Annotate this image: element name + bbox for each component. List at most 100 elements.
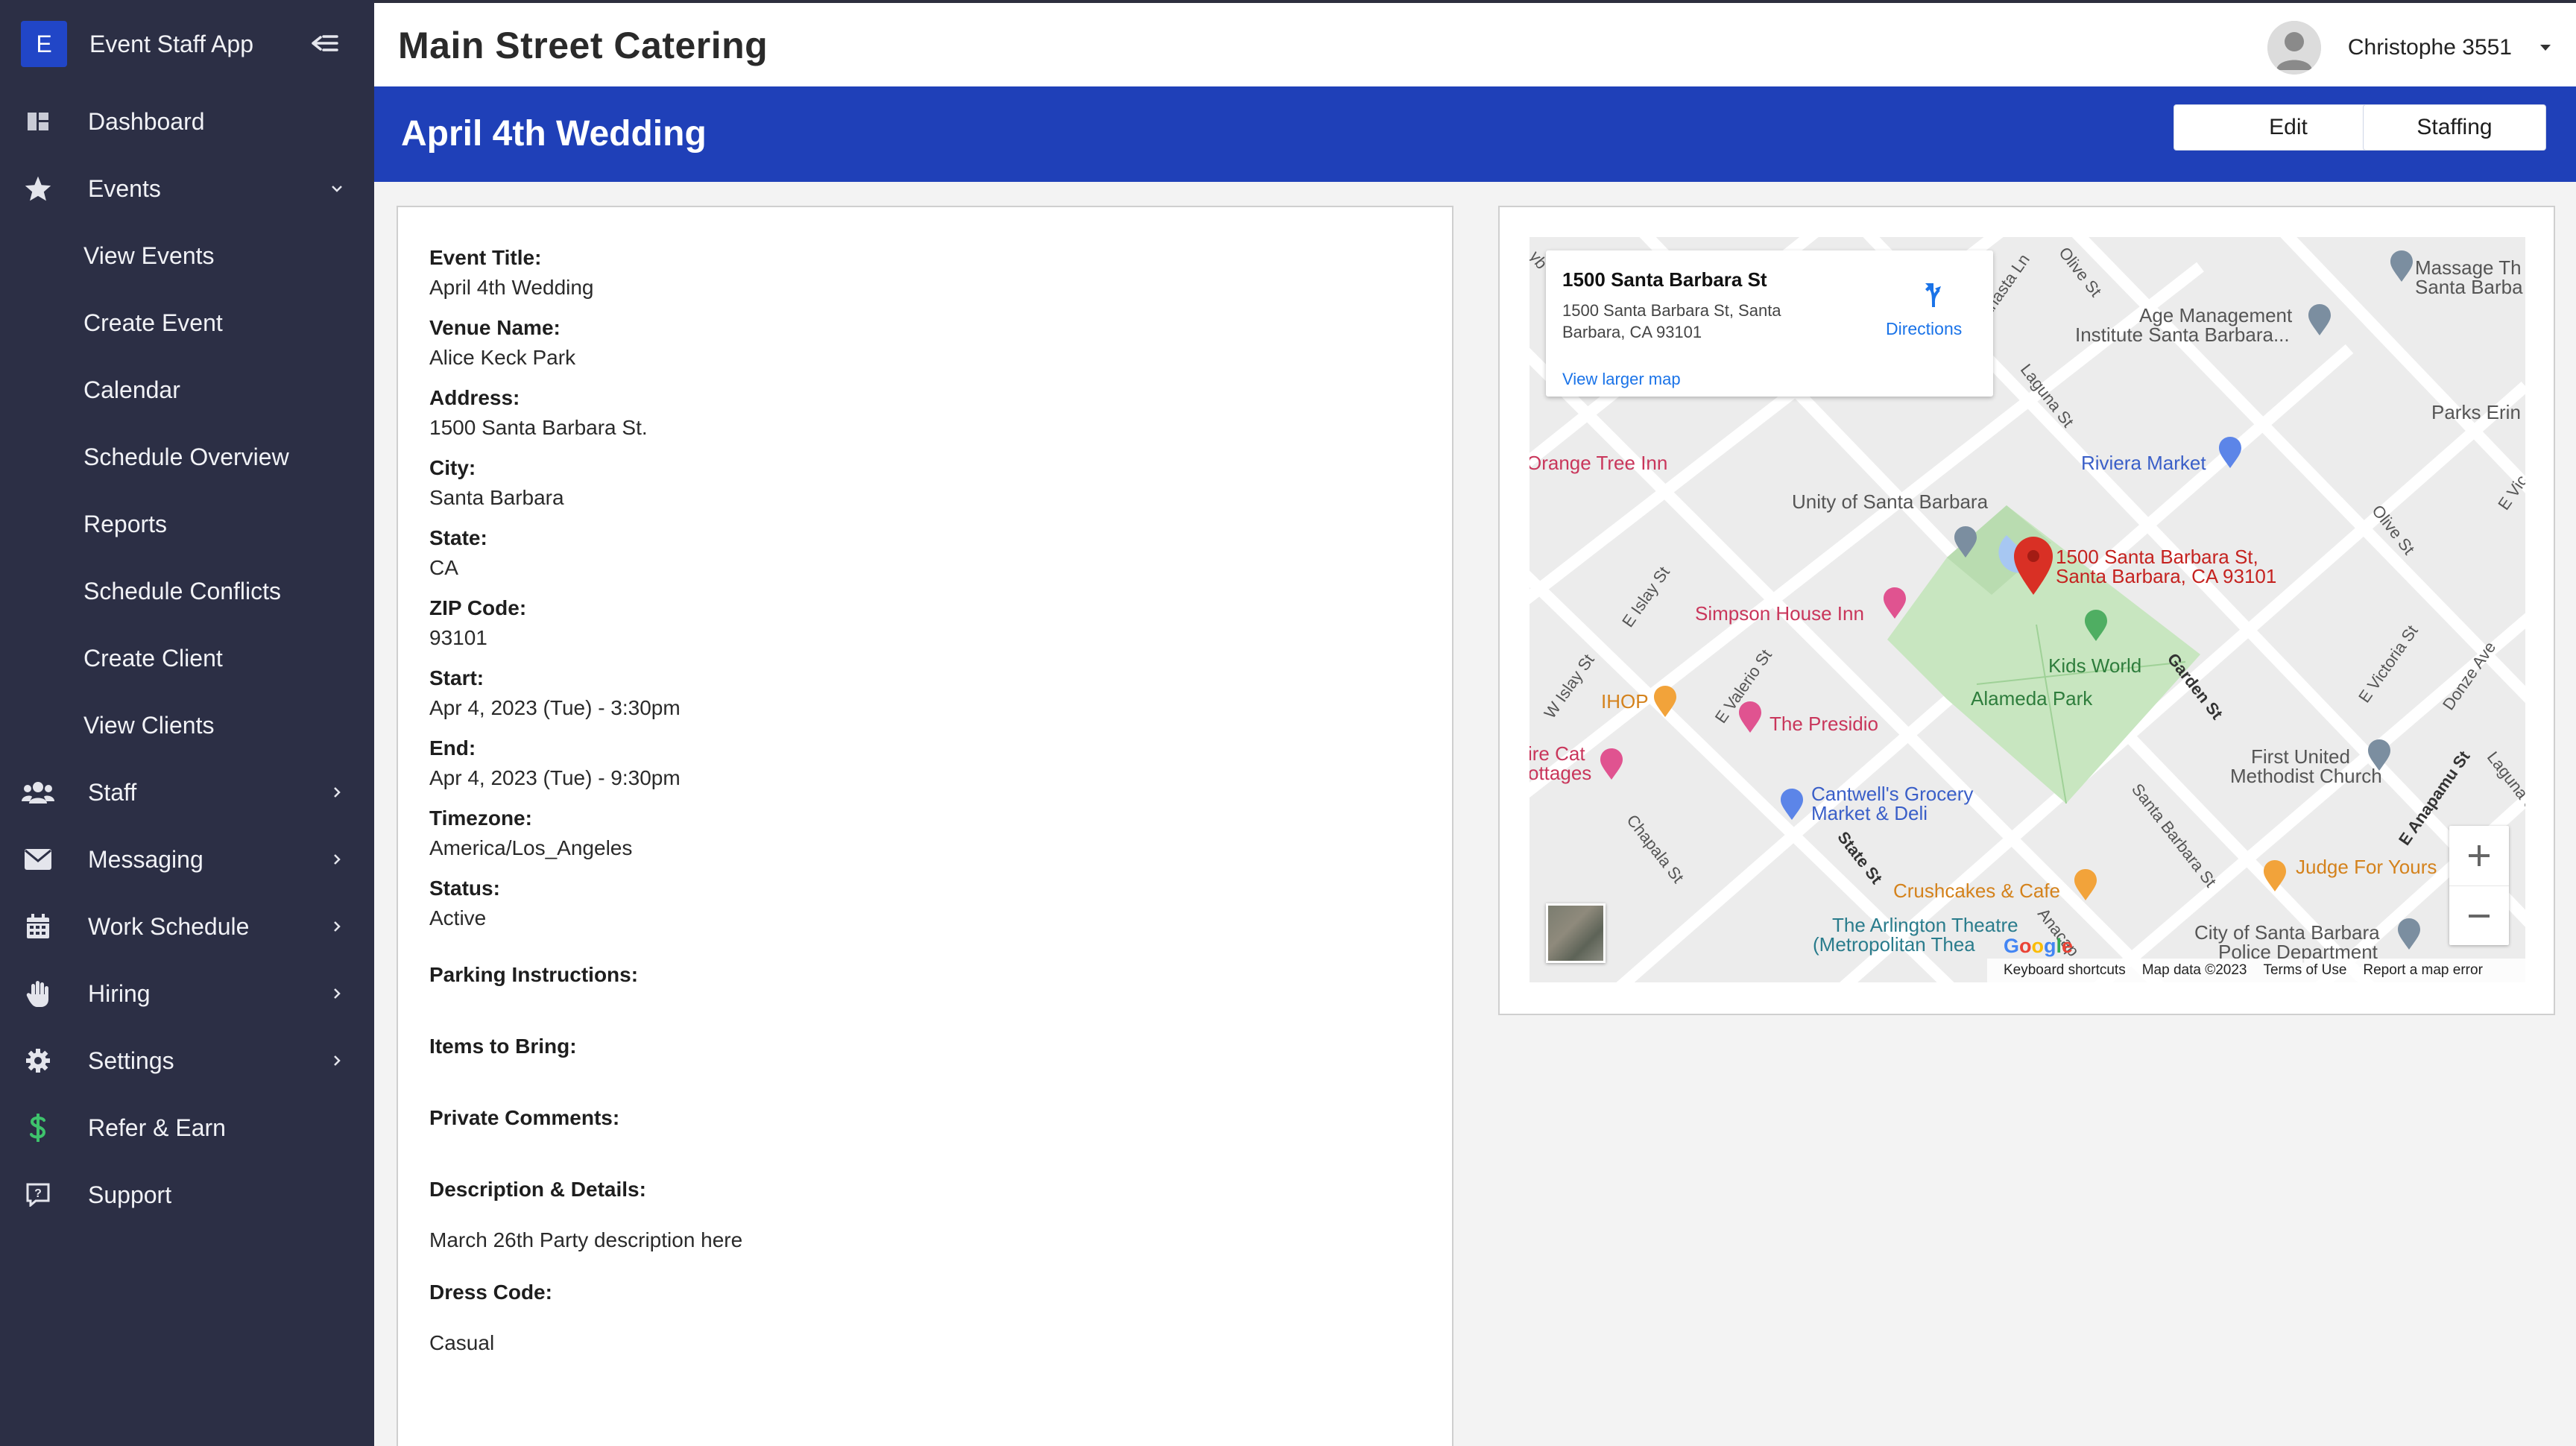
google-logo: Google: [2004, 935, 2074, 957]
sidebar-item-view-events[interactable]: View Events: [0, 222, 374, 289]
chevron-right-icon[interactable]: [328, 850, 346, 868]
map-place-label: Crushcakes & Cafe: [1893, 880, 2060, 902]
sidebar-item-label: Settings: [88, 1046, 174, 1074]
envelope-icon: [19, 841, 57, 878]
event-details-card: Event Title: April 4th Wedding Venue Nam…: [397, 206, 1453, 1446]
main-content: Event Title: April 4th Wedding Venue Nam…: [374, 182, 2576, 1446]
map-place-label: (Metropolitan Thea: [1813, 933, 1975, 956]
caret-down-icon[interactable]: [2537, 40, 2554, 56]
minus-icon: [2469, 914, 2490, 918]
map-place-label: Simpson House Inn: [1695, 602, 1864, 625]
sidebar-item-reports[interactable]: Reports: [0, 490, 374, 558]
sidebar-item-messaging[interactable]: Messaging: [0, 826, 374, 893]
user-name[interactable]: Christophe 3551: [2348, 35, 2512, 60]
chevron-right-icon[interactable]: [328, 783, 346, 801]
field-value: Apr 4, 2023 (Tue) - 3:30pm: [429, 696, 681, 719]
zoom-out-button[interactable]: [2449, 885, 2509, 945]
map[interactable]: Massage Th Santa Barba Age Management In…: [1530, 237, 2525, 982]
support-icon: ?: [19, 1176, 57, 1213]
map-place-label: Methodist Church: [2230, 765, 2382, 787]
sidebar-item-label: Calendar: [83, 376, 180, 403]
sidebar-item-label: Create Event: [83, 309, 223, 336]
collapse-sidebar-icon[interactable]: [310, 28, 340, 58]
map-info-address: 1500 Santa Barbara St, Santa Barbara, CA…: [1562, 301, 1781, 341]
sidebar-item-label: Staff: [88, 778, 137, 806]
sidebar-item-settings[interactable]: Settings: [0, 1027, 374, 1094]
chevron-right-icon[interactable]: [328, 918, 346, 935]
map-place-label: Market & Deli: [1811, 802, 1928, 824]
field-label: Parking Instructions:: [429, 963, 639, 986]
field-label: ZIP Code:: [429, 596, 527, 619]
sidebar-item-schedule-conflicts[interactable]: Schedule Conflicts: [0, 558, 374, 625]
sidebar-item-schedule-overview[interactable]: Schedule Overview: [0, 423, 374, 490]
sidebar-item-create-client[interactable]: Create Client: [0, 625, 374, 692]
field-event-title: Event Title: April 4th Wedding: [429, 243, 1398, 303]
field-parking: Parking Instructions:: [429, 960, 1398, 990]
field-value: Apr 4, 2023 (Tue) - 9:30pm: [429, 766, 681, 789]
staffing-button[interactable]: Staffing: [2363, 104, 2546, 151]
field-dress-code: Dress Code: Casual: [429, 1278, 1398, 1358]
map-place-label: Alameda Park: [1971, 687, 2093, 710]
directions-icon[interactable]: [1917, 280, 1947, 310]
zoom-in-button[interactable]: [2449, 826, 2509, 885]
sidebar-item-events[interactable]: Events: [0, 155, 374, 222]
field-venue-name: Venue Name: Alice Keck Park: [429, 313, 1398, 373]
chevron-right-icon[interactable]: [328, 1052, 346, 1070]
app-name[interactable]: Event Staff App: [89, 31, 253, 58]
view-larger-map-link[interactable]: View larger map: [1562, 370, 1681, 389]
company-name: Main Street Catering: [398, 25, 768, 66]
map-pin-label: Santa Barbara, CA 93101: [2056, 565, 2277, 587]
hand-icon: [19, 975, 57, 1012]
sidebar-item-label: View Events: [83, 241, 215, 269]
brand-logo[interactable]: E: [21, 21, 67, 67]
sidebar-item-work-schedule[interactable]: Work Schedule: [0, 893, 374, 960]
sidebar-item-support[interactable]: ? Support: [0, 1161, 374, 1228]
satellite-toggle[interactable]: [1546, 903, 1606, 963]
map-place-label: Institute Santa Barbara...: [2075, 323, 2290, 346]
map-place-label: IHOP: [1601, 690, 1649, 713]
terms-of-use-link[interactable]: Terms of Use: [2263, 962, 2346, 979]
field-state: State: CA: [429, 523, 1398, 583]
sidebar-item-staff[interactable]: Staff: [0, 759, 374, 826]
field-value: Alice Keck Park: [429, 346, 576, 369]
sidebar-item-dashboard[interactable]: Dashboard: [0, 88, 374, 155]
report-map-error-link[interactable]: Report a map error: [2363, 962, 2483, 979]
field-label: Venue Name:: [429, 316, 561, 339]
sidebar-item-view-clients[interactable]: View Clients: [0, 692, 374, 759]
event-details: Event Title: April 4th Wedding Venue Nam…: [429, 243, 1398, 1368]
map-data-text: Map data ©2023: [2141, 962, 2247, 978]
sidebar-item-calendar[interactable]: Calendar: [0, 356, 374, 423]
sidebar-item-label: Messaging: [88, 845, 203, 873]
sidebar-item-label: Reports: [83, 510, 168, 537]
brand: E Event Staff App: [0, 0, 374, 88]
map-info-window: 1500 Santa Barbara St 1500 Santa Barbara…: [1546, 250, 1993, 397]
field-value: CA: [429, 556, 458, 579]
user-menu[interactable]: Christophe 3551: [2267, 19, 2554, 76]
users-icon: [19, 774, 57, 811]
sidebar-item-label: Work Schedule: [88, 912, 250, 940]
field-label: Start:: [429, 666, 484, 689]
sidebar: E Event Staff App Dashboard Events View …: [0, 0, 374, 1446]
gear-icon: [19, 1042, 57, 1079]
map-place-label: Judge For Yours: [2296, 856, 2437, 878]
map-place-label: Orange Tree Inn: [1530, 452, 1668, 474]
sidebar-item-label: Support: [88, 1181, 172, 1208]
avatar[interactable]: [2267, 21, 2321, 75]
directions-link[interactable]: Directions: [1886, 319, 1962, 339]
sidebar-item-hiring[interactable]: Hiring: [0, 960, 374, 1027]
sidebar-item-create-event[interactable]: Create Event: [0, 289, 374, 356]
chevron-right-icon[interactable]: [328, 985, 346, 1003]
field-label: Event Title:: [429, 246, 542, 269]
field-label: Status:: [429, 877, 500, 900]
field-value: America/Los_Angeles: [429, 836, 633, 859]
chevron-down-icon[interactable]: [328, 180, 346, 198]
svg-text:?: ?: [34, 1187, 42, 1200]
keyboard-shortcuts-link[interactable]: Keyboard shortcuts: [2004, 962, 2126, 979]
sidebar-item-label: View Clients: [83, 711, 215, 739]
field-value: Casual: [429, 1331, 495, 1354]
field-label: Dress Code:: [429, 1281, 552, 1304]
field-label: End:: [429, 736, 476, 760]
sidebar-item-label: Create Client: [83, 644, 223, 672]
sidebar-item-refer-earn[interactable]: Refer & Earn: [0, 1094, 374, 1161]
calendar-icon: [19, 908, 57, 945]
